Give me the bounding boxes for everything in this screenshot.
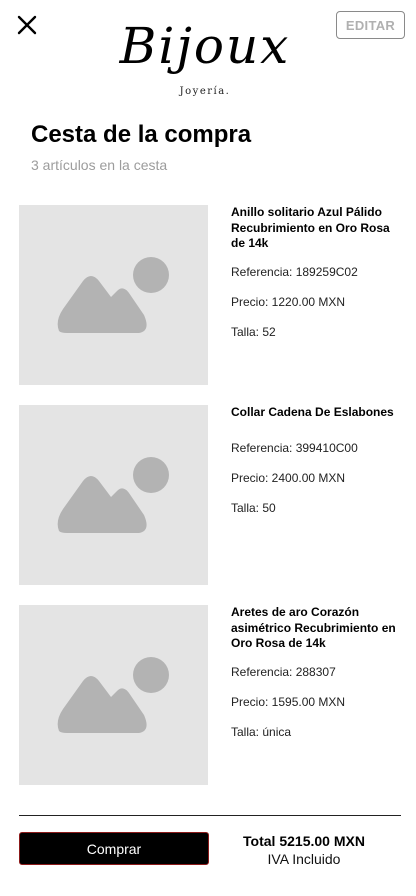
buy-button[interactable]: Comprar — [19, 832, 209, 865]
edit-button[interactable]: EDITAR — [336, 11, 405, 39]
image-placeholder-icon — [57, 257, 169, 333]
footer-divider — [19, 815, 401, 816]
total-amount: Total 5215.00 MXN — [243, 833, 365, 849]
product-price: Precio: 1220.00 MXN — [231, 295, 346, 309]
product-image[interactable] — [19, 205, 208, 385]
product-reference: Referencia: 189259C02 — [231, 265, 358, 279]
image-placeholder-icon — [57, 657, 169, 733]
product-price: Precio: 1595.00 MXN — [231, 695, 346, 709]
product-name[interactable]: Collar Cadena De Eslabones — [231, 405, 401, 421]
product-price: Precio: 2400.00 MXN — [231, 471, 346, 485]
page-title: Cesta de la compra — [31, 121, 252, 148]
close-icon — [17, 15, 37, 35]
tax-note: IVA Incluido — [267, 851, 341, 867]
brand-logo: Bijoux Joyería. — [110, 14, 300, 104]
cart-item: Aretes de aro Corazón asimétrico Recubri… — [19, 605, 404, 785]
item-count-text: 3 artículos en la cesta — [31, 157, 168, 173]
product-name[interactable]: Aretes de aro Corazón asimétrico Recubri… — [231, 605, 401, 652]
product-size: Talla: única — [231, 725, 292, 739]
cart-item: Anillo solitario Azul Pálido Recubrimien… — [19, 205, 404, 385]
product-details: Aretes de aro Corazón asimétrico Recubri… — [231, 605, 401, 739]
cart-item: Collar Cadena De Eslabones Referencia: 3… — [19, 405, 404, 585]
product-details: Collar Cadena De Eslabones Referencia: 3… — [231, 405, 401, 515]
logo-wordmark: Bijoux — [119, 17, 291, 75]
image-placeholder-icon — [57, 457, 169, 533]
product-size: Talla: 50 — [231, 501, 276, 515]
close-button[interactable] — [14, 12, 40, 38]
product-size: Talla: 52 — [231, 325, 276, 339]
product-image[interactable] — [19, 605, 208, 785]
order-total: Total 5215.00 MXN IVA Incluido — [230, 832, 378, 868]
logo-subtext: Joyería. — [179, 86, 231, 97]
product-reference: Referencia: 288307 — [231, 665, 336, 679]
product-details: Anillo solitario Azul Pálido Recubrimien… — [231, 205, 401, 339]
product-name[interactable]: Anillo solitario Azul Pálido Recubrimien… — [231, 205, 401, 252]
product-image[interactable] — [19, 405, 208, 585]
product-reference: Referencia: 399410C00 — [231, 441, 358, 455]
